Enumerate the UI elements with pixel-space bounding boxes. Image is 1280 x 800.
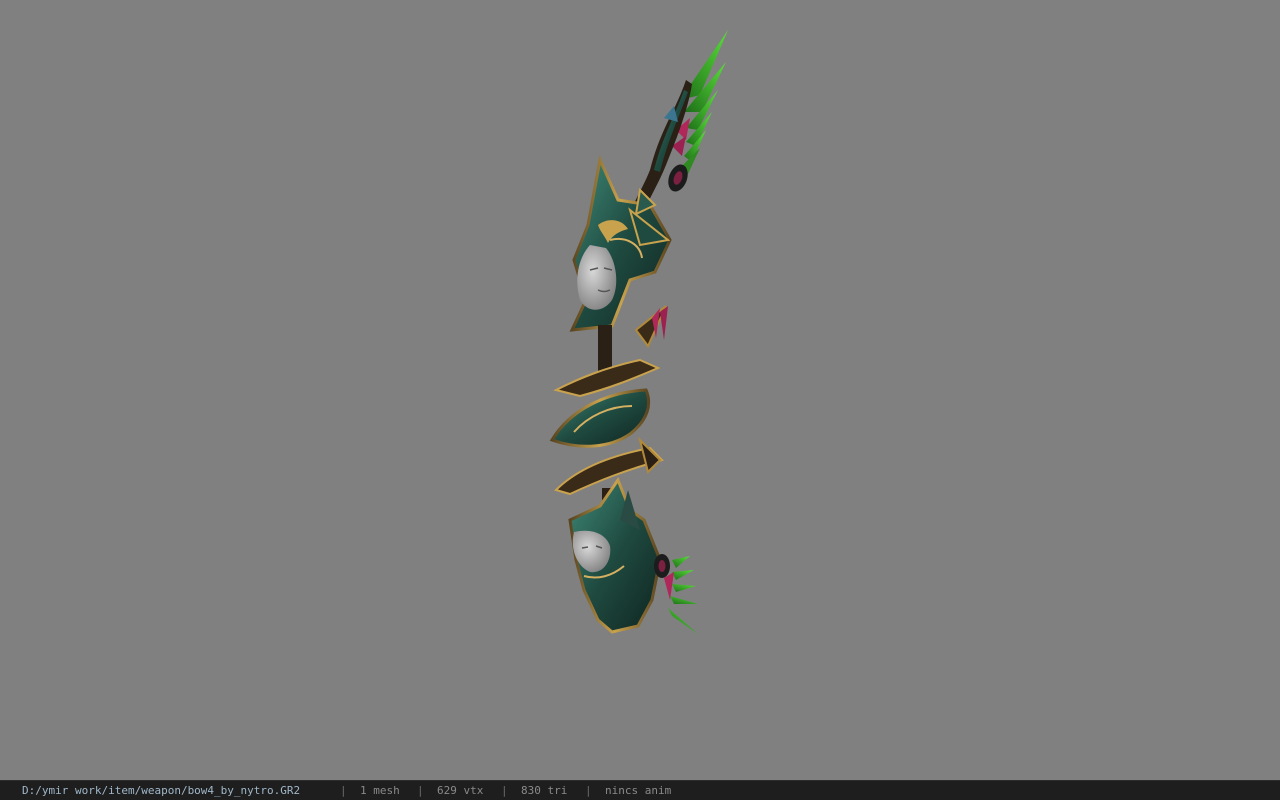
vertex-count: 629 vtx	[437, 784, 484, 797]
file-path: D:/ymir work/item/weapon/bow4_by_nytro.G…	[22, 784, 301, 797]
separator: |	[585, 784, 592, 797]
bow-model	[549, 30, 728, 634]
triangle-count: 830 tri	[521, 784, 568, 797]
separator: |	[340, 784, 347, 797]
animation-status: nincs anim	[605, 784, 672, 797]
separator: |	[501, 784, 508, 797]
mesh-count: 1 mesh	[360, 784, 400, 797]
bow-grip	[549, 305, 668, 510]
3d-viewport[interactable]	[0, 0, 1280, 780]
lower-helm-ornament	[568, 476, 670, 634]
separator: |	[417, 784, 424, 797]
status-bar: D:/ymir work/item/weapon/bow4_by_nytro.G…	[0, 780, 1280, 800]
